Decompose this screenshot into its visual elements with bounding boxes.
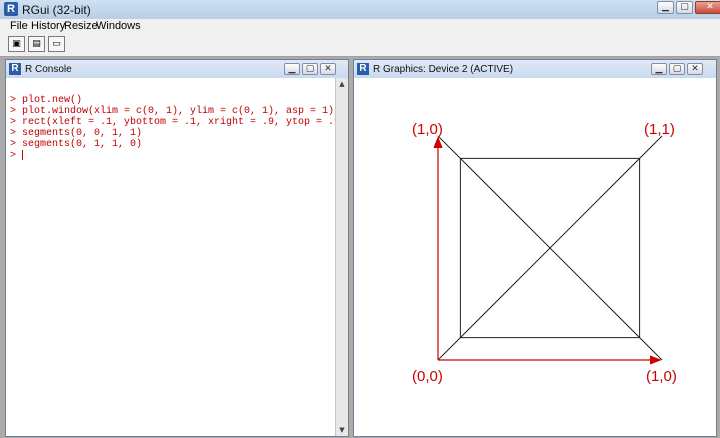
menu-resize[interactable]: Resize: [64, 20, 98, 32]
minimize-button[interactable]: ▁: [657, 1, 674, 14]
maximize-button[interactable]: ▢: [676, 1, 693, 14]
console-line: > segments(0, 1, 1, 0): [10, 139, 143, 150]
console-output[interactable]: > plot.new() > plot.window(xlim = c(0, 1…: [10, 84, 346, 162]
console-minimize-button[interactable]: ▁: [284, 63, 300, 75]
menu-file[interactable]: File: [10, 20, 28, 32]
console-line: > rect(xleft = .1, ybottom = .1, xright …: [10, 117, 347, 128]
console-window-icon: ▭: [52, 39, 61, 49]
toolbar: ▣ ▤ ▭: [0, 34, 720, 57]
console-maximize-button[interactable]: ▢: [302, 63, 318, 75]
text-cursor: [22, 150, 24, 160]
close-button[interactable]: ✕: [695, 1, 720, 14]
r-logo-icon: R: [9, 63, 21, 75]
app-titlebar: R RGui (32-bit) ▁ ▢ ✕: [0, 0, 720, 19]
label-top-left: (1,0): [412, 121, 443, 138]
scroll-down-arrow-icon[interactable]: ▼: [337, 425, 347, 435]
print-icon: ▤: [32, 39, 41, 49]
label-bottom-right: (1,0): [646, 368, 677, 385]
console-titlebar: R R Console ▁ ▢ ✕: [6, 60, 348, 78]
console-prompt: >: [10, 150, 23, 162]
graphics-window: R R Graphics: Device 2 (ACTIVE) ▁ ▢ ✕ (1…: [353, 59, 717, 437]
plot-canvas: (1,0) (1,1) (0,0) (1,0): [412, 121, 677, 385]
console-close-button[interactable]: ✕: [320, 63, 336, 75]
r-logo-icon: R: [4, 2, 18, 16]
graphics-minimize-button[interactable]: ▁: [651, 63, 667, 75]
console-window-controls: ▁ ▢ ✕: [282, 63, 336, 75]
graphics-window-controls: ▁ ▢ ✕: [649, 63, 703, 75]
menu-history[interactable]: History: [31, 20, 65, 32]
label-top-right: (1,1): [644, 121, 675, 138]
scroll-up-arrow-icon[interactable]: ▲: [337, 79, 347, 89]
mdi-workspace: R R Console ▁ ▢ ✕ > plot.new() > plot.wi…: [0, 57, 720, 438]
console-line: > segments(0, 0, 1, 1): [10, 128, 143, 139]
minimize-icon: ▁: [288, 64, 296, 74]
minimize-icon: ▁: [655, 64, 663, 74]
minimize-icon: ▁: [662, 2, 669, 12]
console-line: > plot.new(): [10, 95, 83, 106]
print-button[interactable]: ▤: [28, 36, 45, 52]
graphics-close-button[interactable]: ✕: [687, 63, 703, 75]
menu-windows[interactable]: Windows: [96, 20, 141, 32]
r-logo-icon: R: [357, 63, 369, 75]
graphics-title: R Graphics: Device 2 (ACTIVE): [373, 64, 514, 75]
close-icon: ✕: [324, 64, 332, 74]
console-title: R Console: [25, 64, 72, 75]
app-title: RGui (32-bit): [22, 3, 91, 17]
open-script-icon: ▣: [12, 39, 21, 49]
console-line: > plot.window(xlim = c(0, 1), ylim = c(0…: [10, 106, 335, 117]
close-icon: ✕: [691, 64, 699, 74]
console-window-button[interactable]: ▭: [48, 36, 65, 52]
graphics-maximize-button[interactable]: ▢: [669, 63, 685, 75]
maximize-icon: ▢: [680, 2, 689, 12]
open-script-button[interactable]: ▣: [8, 36, 25, 52]
app-window-controls: ▁ ▢ ✕: [655, 1, 720, 14]
console-scrollbar[interactable]: ▲ ▼: [335, 78, 348, 436]
graphics-titlebar: R R Graphics: Device 2 (ACTIVE) ▁ ▢ ✕: [354, 60, 716, 78]
close-icon: ✕: [706, 2, 714, 12]
maximize-icon: ▢: [305, 64, 315, 74]
menubar: File History Resize Windows: [0, 19, 720, 34]
label-bottom-left: (0,0): [412, 368, 443, 385]
maximize-icon: ▢: [672, 64, 682, 74]
console-window: R R Console ▁ ▢ ✕ > plot.new() > plot.wi…: [5, 59, 349, 437]
